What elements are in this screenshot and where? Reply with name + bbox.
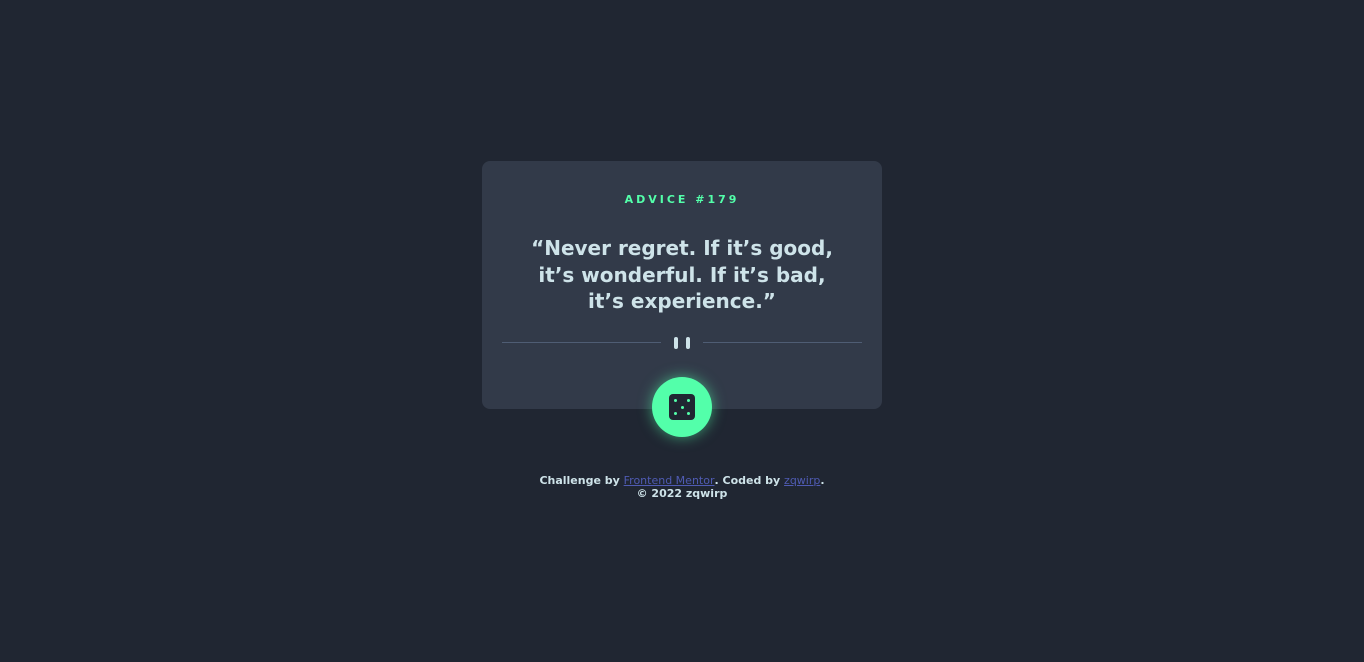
page: ADVICE #179 “Never regret. If it’s good,…: [0, 0, 1364, 662]
challenge-prefix: Challenge by: [539, 474, 624, 487]
dice-dot: [687, 412, 690, 415]
coded-suffix: .: [820, 474, 825, 487]
dice-dot: [674, 399, 677, 402]
dice-dot: [680, 405, 684, 409]
dice-icon: [669, 394, 695, 420]
divider-line-right: [703, 342, 862, 343]
advice-quote: “Never regret. If it’s good, it’s wonder…: [531, 236, 833, 313]
divider: [502, 335, 862, 351]
advice-card: ADVICE #179 “Never regret. If it’s good,…: [482, 161, 882, 409]
author-link[interactable]: zqwirp: [784, 474, 820, 487]
attribution-line: Challenge by Frontend Mentor. Coded by z…: [0, 474, 1364, 487]
generate-advice-button[interactable]: [652, 377, 712, 437]
divider-line-left: [502, 342, 661, 343]
pause-bar-right: [686, 337, 690, 349]
dice-dot: [687, 399, 690, 402]
pause-bar-left: [674, 337, 678, 349]
advice-number: ADVICE #179: [624, 193, 740, 206]
dice-dot: [674, 412, 677, 415]
copyright: © 2022 zqwirp: [636, 487, 728, 500]
attribution-footer: Challenge by Frontend Mentor. Coded by z…: [0, 474, 1364, 500]
coded-prefix: . Coded by: [714, 474, 785, 487]
frontend-mentor-link[interactable]: Frontend Mentor: [624, 474, 715, 487]
